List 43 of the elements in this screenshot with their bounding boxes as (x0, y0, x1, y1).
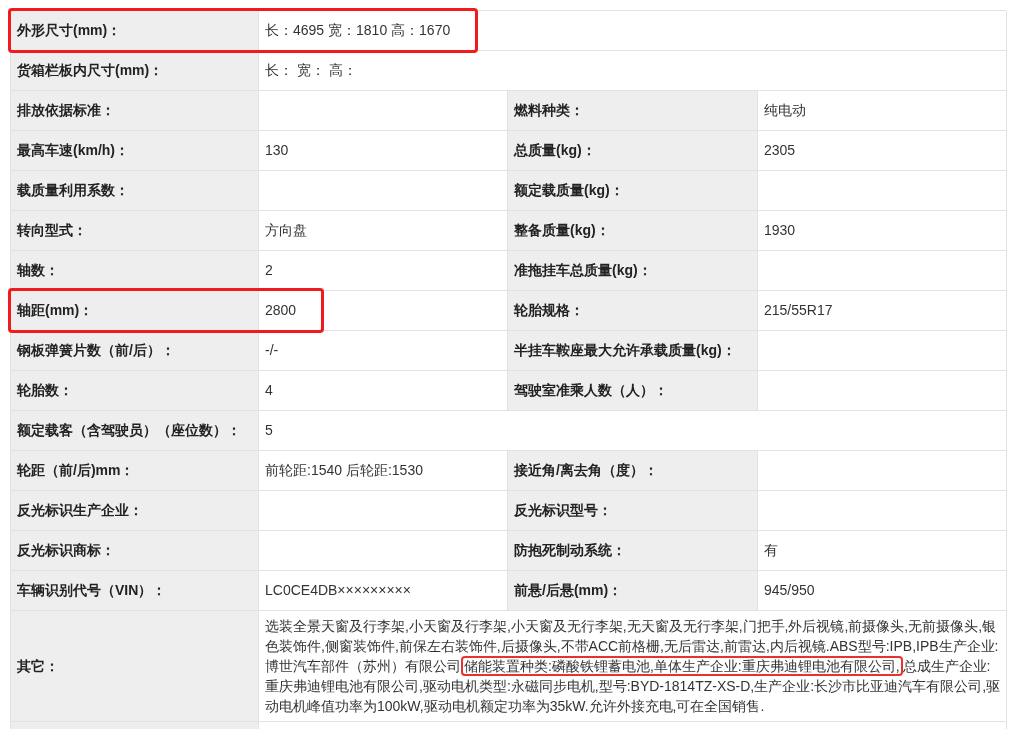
label-cell: 最高车速(km/h)： (11, 131, 259, 171)
label-cell: 外形尺寸(mm)： (11, 11, 259, 51)
label-cell: 转向型式： (11, 211, 259, 251)
label-cell: 反光标识生产企业： (11, 491, 259, 531)
label-cell: 半挂车鞍座最大允许承载质量(kg)： (508, 331, 758, 371)
value-cell: 4 (259, 371, 508, 411)
label-cell: 货箱栏板内尺寸(mm)： (11, 51, 259, 91)
value-cell: 945/950 (758, 571, 1007, 611)
value-cell: 长： 宽： 高： (259, 51, 1007, 91)
label-cell: 车辆识别代号（VIN）： (11, 571, 259, 611)
value-cell: 方向盘 (259, 211, 508, 251)
label-cell: 载质量利用系数： (11, 171, 259, 211)
remarks-text: 选装全景天窗及行李架,小天窗及行李架,小天窗及无行李架,无天窗及无行李架,门把手,外后视镜,前摄像头,无前摄像头,银色装饰件,侧窗装饰件,前保左右装饰件,后摄像头,不带ACC前格栅,无后雷达,前雷达,内后视镜.ABS型号:IPB,IPB生产企业:博世汽车部件（苏州）有限公司 储能装置种类:磷酸铁锂蓄电池,单体生产企业:重庆弗迪锂电池有限公司, 总成生产企业:重庆弗迪锂电池有限公司,驱动电机类型:永磁同步电机,型号:BYD-1814TZ-XS-D,生产企业:长沙市比亚迪汽车有限公司,驱动电机峰值功率为100kW,驱动电机额定功率为35kW.允许外接充电,可在全国销售. (265, 617, 1002, 716)
label-cell: 其它： (11, 611, 259, 722)
value-cell: 纯电动 (758, 91, 1007, 131)
label-cell: 驾驶室准乘人数（人）： (508, 371, 758, 411)
label-cell: 准拖挂车总质量(kg)： (508, 251, 758, 291)
label-cell: 额定载客（含驾驶员）（座位数）： (11, 411, 259, 451)
value-cell: -/- (259, 331, 508, 371)
label-cell: 轮距（前/后)mm： (11, 451, 259, 491)
label-cell: 轮胎规格： (508, 291, 758, 331)
label-cell: 前悬/后悬(mm)： (508, 571, 758, 611)
label-cell: 排放依据标准： (11, 91, 259, 131)
label-cell: 燃料种类： (508, 91, 758, 131)
value-cell: 1930 (758, 211, 1007, 251)
label-cell: 总质量(kg)： (508, 131, 758, 171)
label-cell: 钢板弹簧片数（前/后）： (11, 331, 259, 371)
value-cell: 有 (758, 531, 1007, 571)
label-cell: 反光标识型号： (508, 491, 758, 531)
label-cell: 轴距(mm)： (11, 291, 259, 331)
label-cell: 接近角/离去角（度）： (508, 451, 758, 491)
label-cell: 防抱死制动系统： (508, 531, 758, 571)
label-cell: 整备质量(kg)： (508, 211, 758, 251)
value-cell: 215/55R17 (758, 291, 1007, 331)
value-cell: LC0CE4DB××××××××× (259, 571, 508, 611)
value-cell: 130 (259, 131, 508, 171)
label-cell: 额定载质量(kg)： (508, 171, 758, 211)
value-cell: 前轮距:1540 后轮距:1530 (259, 451, 508, 491)
value-cell: 2305 (758, 131, 1007, 171)
label-cell: 轴数： (11, 251, 259, 291)
label-cell: 反光标识商标： (11, 531, 259, 571)
value-cell: 5 (259, 411, 1007, 451)
label-cell: 轮胎数： (11, 371, 259, 411)
